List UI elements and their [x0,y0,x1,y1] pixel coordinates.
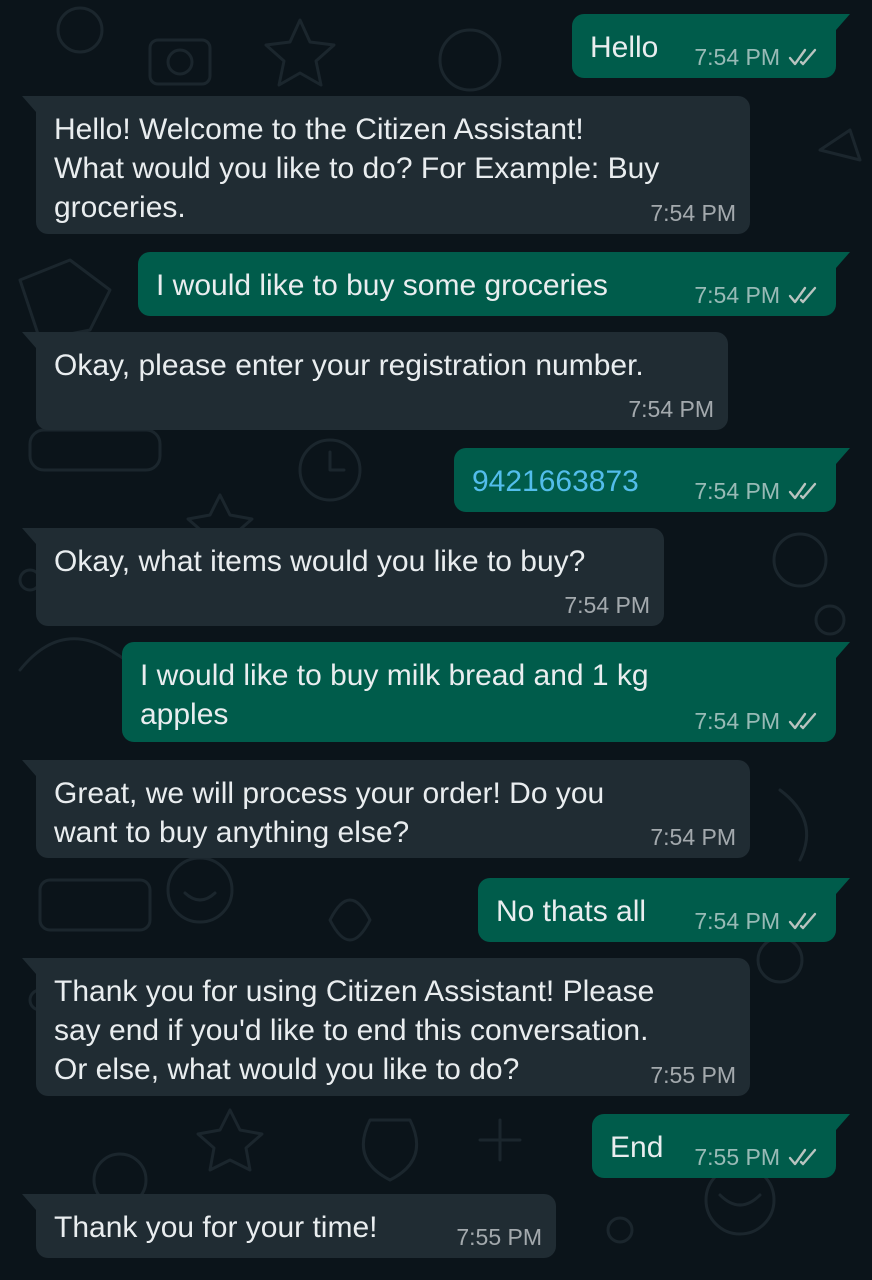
outgoing-message[interactable]: End 7:55 PM [592,1114,850,1178]
read-ticks-icon [788,286,817,304]
message-time: 7:54 PM [650,200,736,226]
message-meta: 7:55 PM [650,1062,736,1088]
message-meta: 7:54 PM [564,592,650,618]
message-text: Great, we will process your order! Do yo… [54,777,605,849]
message-time: 7:54 PM [694,282,780,308]
message-meta: 7:54 PM [694,708,822,734]
read-ticks-icon [788,712,817,730]
incoming-message[interactable]: Thank you for using Citizen Assistant! P… [22,958,750,1096]
read-ticks-icon [788,48,817,66]
message-time: 7:54 PM [628,396,714,422]
read-ticks-icon [788,912,817,930]
message-meta: 7:54 PM [694,908,822,934]
incoming-message[interactable]: Hello! Welcome to the Citizen Assistant!… [22,96,750,234]
message-time: 7:54 PM [694,44,780,70]
message-meta: 7:54 PM [650,200,736,226]
message-time: 7:54 PM [564,592,650,618]
message-meta: 7:54 PM [628,396,714,422]
message-time: 7:54 PM [694,908,780,934]
incoming-message[interactable]: Great, we will process your order! Do yo… [22,760,750,858]
message-text: Thank you for using Citizen Assistant! P… [54,975,655,1086]
incoming-message[interactable]: Okay, please enter your registration num… [22,332,728,430]
message-meta: 7:54 PM [650,824,736,850]
message-time: 7:55 PM [650,1062,736,1088]
outgoing-message[interactable]: No thats all 7:54 PM [478,878,850,942]
outgoing-message[interactable]: 9421663873 7:54 PM [454,448,850,512]
message-meta: 7:54 PM [694,44,822,70]
outgoing-message[interactable]: I would like to buy milk bread and 1 kg … [122,642,850,742]
message-time: 7:55 PM [694,1144,780,1170]
message-meta: 7:54 PM [694,478,822,504]
read-ticks-icon [788,482,817,500]
message-time: 7:54 PM [694,708,780,734]
read-ticks-icon [788,1148,817,1166]
message-text: Hello! Welcome to the Citizen Assistant!… [54,113,660,224]
message-time: 7:54 PM [694,478,780,504]
outgoing-message[interactable]: Hello 7:54 PM [572,14,850,78]
incoming-message[interactable]: Okay, what items would you like to buy? … [22,528,664,626]
message-meta: 7:55 PM [456,1224,542,1250]
message-meta: 7:54 PM [694,282,822,308]
message-meta: 7:55 PM [694,1144,822,1170]
incoming-message[interactable]: Thank you for your time! 7:55 PM [22,1194,556,1258]
message-time: 7:54 PM [650,824,736,850]
message-text: Okay, please enter your registration num… [54,349,644,382]
outgoing-message[interactable]: I would like to buy some groceries 7:54 … [138,252,850,316]
message-time: 7:55 PM [456,1224,542,1250]
message-text: Okay, what items would you like to buy? [54,545,586,578]
